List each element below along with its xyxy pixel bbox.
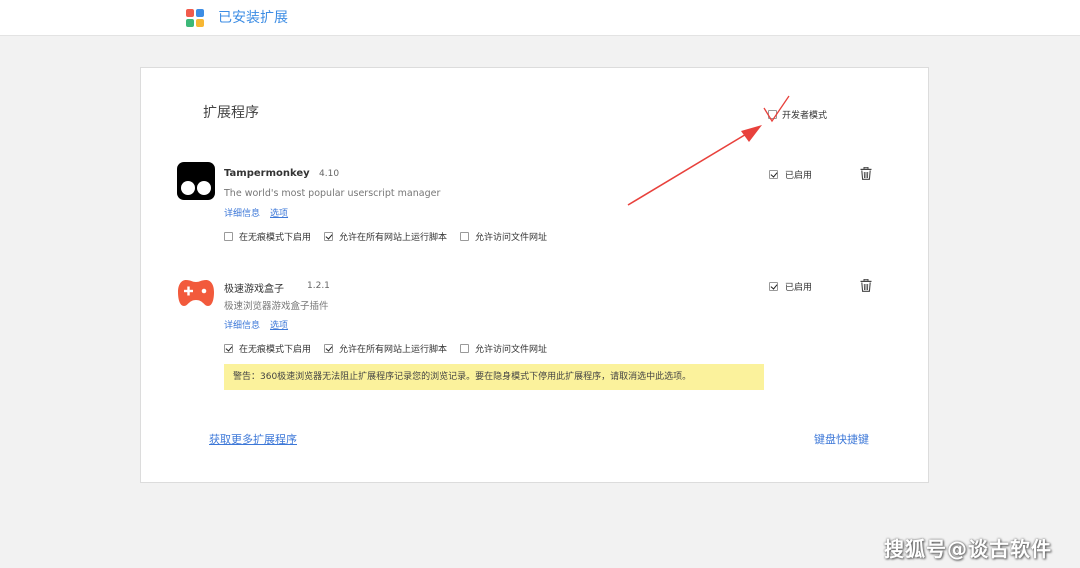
incognito-option[interactable]: 在无痕模式下启用 — [224, 230, 311, 243]
top-bar: 已安装扩展 — [0, 0, 1080, 36]
extension-options: 在无痕模式下启用 允许在所有网站上运行脚本 允许访问文件网址 — [224, 230, 560, 243]
file-urls-option[interactable]: 允许访问文件网址 — [460, 342, 547, 355]
extension-description: 极速浏览器游戏盒子插件 — [224, 301, 329, 312]
get-more-extensions-link[interactable]: 获取更多扩展程序 — [209, 431, 297, 447]
incognito-warning: 警告：360极速浏览器无法阻止扩展程序记录您的浏览记录。要在隐身模式下停用此扩展… — [224, 364, 764, 390]
extension-name: Tampermonkey — [224, 168, 310, 179]
extensions-panel: 扩展程序 开发者模式 Tampermonkey 4.10 The world's… — [140, 67, 929, 483]
extension-description: The world's most popular userscript mana… — [224, 188, 441, 199]
page-title: 已安装扩展 — [218, 10, 288, 26]
extension-version: 4.10 — [319, 169, 340, 179]
file-urls-label: 允许访问文件网址 — [475, 233, 548, 243]
all-sites-checkbox[interactable] — [324, 344, 334, 353]
incognito-label: 在无痕模式下启用 — [239, 345, 312, 355]
keyboard-shortcuts-link[interactable]: 键盘快捷键 — [814, 431, 869, 447]
incognito-checkbox[interactable] — [224, 344, 233, 353]
file-urls-option[interactable]: 允许访问文件网址 — [460, 230, 547, 243]
extension-name: 极速游戏盒子 — [224, 284, 284, 295]
extension-options: 在无痕模式下启用 允许在所有网站上运行脚本 允许访问文件网址 — [224, 342, 560, 355]
details-link[interactable]: 详细信息 — [224, 206, 260, 219]
all-sites-option[interactable]: 允许在所有网站上运行脚本 — [324, 230, 447, 243]
all-sites-checkbox[interactable] — [324, 232, 334, 241]
gamepad-icon — [177, 276, 215, 314]
all-sites-label: 允许在所有网站上运行脚本 — [339, 345, 448, 355]
watermark: 搜狐号@谈古软件 — [884, 537, 1052, 561]
tampermonkey-icon — [177, 162, 215, 200]
file-urls-checkbox[interactable] — [460, 232, 470, 241]
enabled-toggle[interactable]: 已启用 — [769, 280, 812, 293]
enabled-checkbox[interactable] — [769, 282, 778, 291]
developer-mode-toggle[interactable]: 开发者模式 — [768, 108, 827, 121]
incognito-option[interactable]: 在无痕模式下启用 — [224, 342, 311, 355]
all-sites-label: 允许在所有网站上运行脚本 — [339, 233, 448, 243]
incognito-checkbox[interactable] — [224, 232, 233, 241]
developer-mode-checkbox[interactable] — [768, 110, 777, 119]
extension-links: 详细信息 选项 — [224, 318, 288, 331]
extension-links: 详细信息 选项 — [224, 206, 288, 219]
enabled-label: 已启用 — [785, 171, 813, 181]
trash-icon[interactable] — [860, 167, 872, 180]
details-link[interactable]: 详细信息 — [224, 318, 260, 331]
extensions-grid-icon — [186, 9, 205, 28]
developer-mode-label: 开发者模式 — [782, 111, 828, 121]
trash-icon[interactable] — [860, 279, 872, 292]
enabled-checkbox[interactable] — [769, 170, 778, 179]
incognito-label: 在无痕模式下启用 — [239, 233, 312, 243]
file-urls-label: 允许访问文件网址 — [475, 345, 548, 355]
options-link[interactable]: 选项 — [270, 318, 288, 331]
extension-version: 1.2.1 — [307, 281, 330, 291]
all-sites-option[interactable]: 允许在所有网站上运行脚本 — [324, 342, 447, 355]
file-urls-checkbox[interactable] — [460, 344, 470, 353]
options-link[interactable]: 选项 — [270, 206, 288, 219]
enabled-toggle[interactable]: 已启用 — [769, 168, 812, 181]
section-title: 扩展程序 — [203, 105, 259, 121]
enabled-label: 已启用 — [785, 283, 813, 293]
